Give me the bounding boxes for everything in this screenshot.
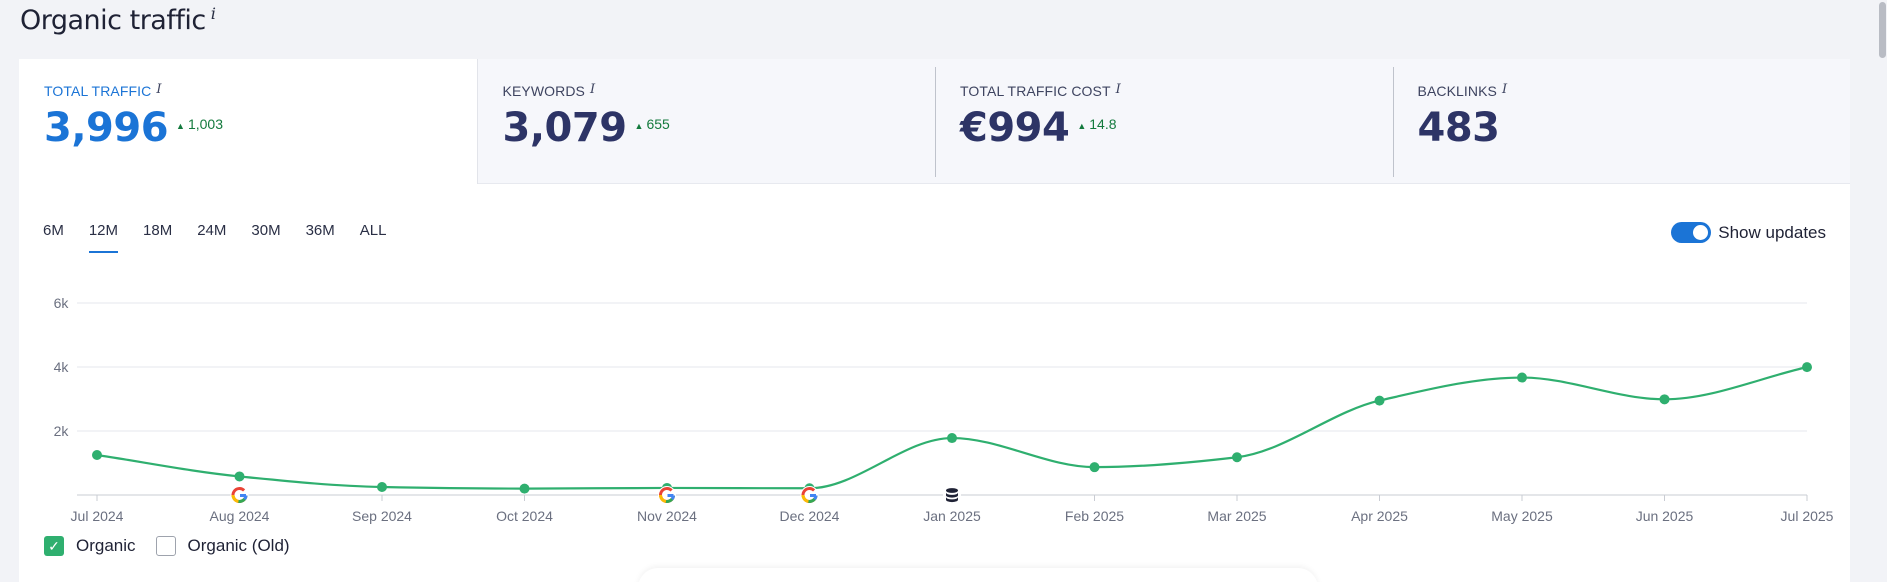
chart-legend: ✓ Organic Organic (Old) bbox=[44, 536, 310, 556]
metric-label: TOTAL TRAFFIC COST bbox=[960, 83, 1111, 99]
range-tabs: 6M 12M 18M 24M 30M 36M ALL bbox=[43, 222, 411, 253]
metrics-row: TOTAL TRAFFIC i 3,996 ▲ 1,003 KEYWORDS i 3,… bbox=[19, 59, 1850, 184]
checkbox-unchecked[interactable] bbox=[155, 536, 176, 556]
x-tick-label: Mar 2025 bbox=[1207, 508, 1266, 524]
floating-panel-edge bbox=[638, 568, 1318, 582]
metric-label: TOTAL TRAFFIC bbox=[44, 83, 152, 99]
info-icon[interactable]: i bbox=[156, 82, 161, 97]
show-updates-toggle[interactable]: Show updates bbox=[1671, 222, 1826, 243]
y-tick-label: 6k bbox=[54, 295, 70, 311]
metric-total-traffic[interactable]: TOTAL TRAFFIC i 3,996 ▲ 1,003 bbox=[19, 59, 478, 184]
organic-traffic-chart: 2k 4k 6k Jul 2024 Aug 2024 Sep 2024 Oct 2024 No… bbox=[54, 295, 1834, 524]
legend-organic[interactable]: ✓ Organic bbox=[44, 536, 136, 556]
metric-value: 3,079 bbox=[502, 105, 628, 151]
metric-delta-value: 655 bbox=[646, 116, 670, 132]
scrollbar[interactable] bbox=[1877, 0, 1887, 582]
x-tick-label: Jul 2025 bbox=[1781, 508, 1834, 524]
range-tab-6m[interactable]: 6M bbox=[43, 222, 64, 253]
google-g-icon[interactable] bbox=[658, 486, 676, 504]
info-icon[interactable]: i bbox=[1116, 82, 1121, 97]
x-tick-label: Dec 2024 bbox=[780, 508, 840, 524]
data-point bbox=[1232, 452, 1242, 463]
info-icon[interactable]: i bbox=[211, 4, 216, 23]
x-tick-label: Apr 2025 bbox=[1351, 508, 1408, 524]
metric-delta-value: 14.8 bbox=[1089, 116, 1117, 132]
data-point bbox=[377, 482, 387, 492]
data-point bbox=[1517, 372, 1527, 383]
range-tab-30m[interactable]: 30M bbox=[251, 222, 280, 253]
y-tick-label: 4k bbox=[54, 359, 70, 375]
toggle-label: Show updates bbox=[1718, 222, 1826, 242]
metric-delta: ▲ 1,003 bbox=[176, 116, 223, 132]
info-icon[interactable]: i bbox=[1502, 82, 1507, 97]
metric-value: 3,996 bbox=[44, 105, 169, 151]
x-tick-label: Oct 2024 bbox=[496, 508, 553, 524]
metric-value: 483 bbox=[1417, 105, 1501, 151]
x-tick-label: Sep 2024 bbox=[352, 508, 412, 524]
metric-backlinks[interactable]: BACKLINKS i 483 bbox=[1392, 59, 1850, 184]
data-point bbox=[92, 450, 102, 460]
x-tick-label: Nov 2024 bbox=[637, 508, 697, 524]
data-point bbox=[1089, 462, 1100, 473]
page-title: Organic traffic i bbox=[20, 4, 216, 36]
metric-total-traffic-cost[interactable]: TOTAL TRAFFIC COST i €994 ▲ 14.8 bbox=[935, 59, 1393, 184]
x-tick-label: May 2025 bbox=[1491, 508, 1553, 524]
y-tick-label: 2k bbox=[54, 423, 70, 439]
x-tick-label: Jan 2025 bbox=[923, 508, 981, 524]
metric-delta: ▲ 14.8 bbox=[1077, 116, 1116, 132]
x-tick-label: Feb 2025 bbox=[1065, 508, 1124, 524]
data-point bbox=[1802, 362, 1812, 373]
metric-delta: ▲ 655 bbox=[635, 116, 670, 132]
x-tick-label: Aug 2024 bbox=[210, 508, 270, 524]
page-title-text: Organic traffic bbox=[20, 5, 206, 36]
range-tab-24m[interactable]: 24M bbox=[197, 222, 226, 253]
metric-keywords[interactable]: KEYWORDS i 3,079 ▲ 655 bbox=[477, 59, 935, 184]
toggle-knob bbox=[1693, 225, 1709, 240]
metric-label: BACKLINKS bbox=[1417, 83, 1497, 99]
data-point bbox=[947, 433, 957, 444]
data-point bbox=[1374, 395, 1385, 406]
google-g-icon[interactable] bbox=[800, 486, 819, 504]
series-line-organic bbox=[96, 366, 1808, 490]
checkmark-icon: ✓ bbox=[48, 537, 60, 554]
data-point bbox=[234, 471, 245, 482]
range-tab-18m[interactable]: 18M bbox=[143, 222, 172, 253]
legend-organic-old[interactable]: Organic (Old) bbox=[155, 536, 290, 556]
info-icon[interactable]: i bbox=[590, 82, 595, 97]
checkbox-checked[interactable]: ✓ bbox=[44, 536, 64, 556]
metric-label: KEYWORDS bbox=[502, 83, 585, 99]
range-tab-12m[interactable]: 12M bbox=[88, 222, 119, 253]
triangle-up-icon: ▲ bbox=[634, 121, 644, 131]
legend-label: Organic bbox=[76, 536, 136, 555]
organic-traffic-card: TOTAL TRAFFIC i 3,996 ▲ 1,003 KEYWORDS i 3,… bbox=[19, 59, 1850, 582]
range-tab-36m[interactable]: 36M bbox=[306, 222, 335, 253]
metric-value: €994 bbox=[960, 105, 1070, 151]
data-point bbox=[1659, 394, 1670, 405]
legend-label: Organic (Old) bbox=[187, 536, 290, 555]
database-icon[interactable] bbox=[943, 486, 961, 504]
triangle-up-icon: ▲ bbox=[176, 121, 185, 131]
x-tick-label: Jun 2025 bbox=[1636, 508, 1694, 524]
x-tick-label: Jul 2024 bbox=[71, 508, 124, 524]
data-point bbox=[519, 483, 530, 494]
metric-delta-value: 1,003 bbox=[187, 116, 223, 132]
triangle-up-icon: ▲ bbox=[1077, 121, 1087, 131]
toggle-switch[interactable] bbox=[1671, 222, 1712, 243]
range-tab-all[interactable]: ALL bbox=[360, 222, 387, 253]
scrollbar-thumb[interactable] bbox=[1879, 2, 1886, 58]
google-g-icon[interactable] bbox=[230, 486, 249, 504]
